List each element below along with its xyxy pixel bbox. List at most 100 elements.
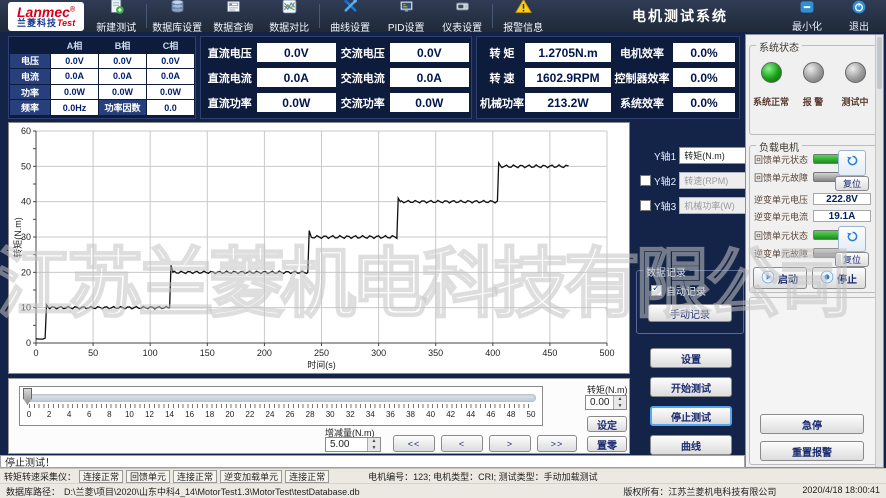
toolbar-item-meter-settings[interactable]: 仪表设置 xyxy=(434,0,490,34)
torque-slider: 0246810121416182022242628303234363840424… xyxy=(19,386,543,426)
ac-current-value: 0.0A xyxy=(390,68,469,87)
power-row-label: 功率 xyxy=(10,85,50,100)
svg-text:300: 300 xyxy=(371,348,386,358)
dc-current-value: 0.0A xyxy=(257,68,336,87)
toolbar: 新建测试数据库设置数据查询数据对比曲线设置PID设置仪表设置报警信息 xyxy=(88,0,551,34)
dc-power-label: 直流功率 xyxy=(203,95,257,111)
refresh-icon xyxy=(845,229,860,249)
slider-tick-label: 30 xyxy=(326,410,335,419)
svg-text:450: 450 xyxy=(542,348,557,358)
feedback-reset-button[interactable]: 复位 xyxy=(835,176,869,191)
start-test-button[interactable]: 开始测试 xyxy=(650,377,732,397)
slider-tick-label: 48 xyxy=(506,410,515,419)
svg-text:60: 60 xyxy=(21,126,31,136)
toolbar-separator xyxy=(319,4,320,28)
spinner-arrows-icon[interactable]: ▲▼ xyxy=(613,396,626,409)
stop-button[interactable]: 停止 xyxy=(812,267,866,289)
spinner-arrows-icon[interactable]: ▲▼ xyxy=(367,438,380,451)
step-back-fast-button[interactable]: << xyxy=(393,435,435,452)
slider-tick-label: 24 xyxy=(266,410,275,419)
exit-button[interactable]: 退出 xyxy=(840,0,878,33)
slider-tick-label: 22 xyxy=(245,410,254,419)
feedback-reset-icon-button[interactable] xyxy=(838,150,866,176)
voltage-a-value: 0.0V xyxy=(51,54,98,69)
scrollbar[interactable] xyxy=(875,35,883,467)
testing-label: 测试中 xyxy=(834,95,876,108)
zero-torque-button[interactable]: 置零 xyxy=(587,436,627,452)
ac-power-value: 0.0W xyxy=(390,93,469,112)
motor-info-text: 电机编号：123; 电机类型：CRI; 测试类型：手动加载测试 xyxy=(368,470,598,483)
svg-text:20: 20 xyxy=(21,267,31,277)
emergency-stop-button[interactable]: 急停 xyxy=(760,414,864,434)
step-amount-spinner[interactable]: 5.00▲▼ xyxy=(325,437,381,452)
inverter-reset-button[interactable]: 复位 xyxy=(835,252,869,267)
toolbar-item-alarm[interactable]: 报警信息 xyxy=(495,0,551,34)
slider-tick-label: 6 xyxy=(87,410,91,419)
db-path-value: D:\兰菱\项目\2020\山东中科4_14\MotorTest1.3\Moto… xyxy=(64,485,360,498)
current-row-label: 电流 xyxy=(10,69,50,84)
system-normal-label: 系统正常 xyxy=(750,95,792,108)
inverter-current-value: 19.1A xyxy=(813,210,871,222)
window-title: 电机测试系统 xyxy=(632,6,728,26)
stop-test-button[interactable]: 停止测试 xyxy=(650,406,732,426)
scrollbar-thumb[interactable] xyxy=(877,37,882,89)
set-torque-button[interactable]: 设定 xyxy=(587,416,627,432)
voltage-b-value: 0.0V xyxy=(99,54,146,69)
slider-tick-label: 34 xyxy=(366,410,375,419)
slider-tick-label: 10 xyxy=(125,410,134,419)
dc-ac-metrics-panel: 直流电压0.0V交流电压0.0V 直流电流0.0A交流电流0.0A 直流功率0.… xyxy=(200,36,472,119)
query-icon xyxy=(225,0,242,18)
slider-tick-label: 40 xyxy=(426,410,435,419)
toolbar-item-pid-settings[interactable]: PID设置 xyxy=(378,0,434,34)
svg-text:400: 400 xyxy=(485,348,500,358)
connection-status-bar: 转矩转速采集仪： 连接正常 回馈单元 连接正常 逆变加载单元 连接正常 电机编号… xyxy=(0,468,886,483)
slider-handle[interactable] xyxy=(23,388,32,405)
start-button[interactable]: 启动 xyxy=(753,267,807,289)
y3-checkbox[interactable] xyxy=(640,200,651,211)
current-a-value: 0.0A xyxy=(51,69,98,84)
reset-alarm-button[interactable]: 重置报警 xyxy=(760,441,864,461)
torque-chart-svg: 0501001502002503003504004505000102030405… xyxy=(9,123,629,373)
mech-power-label: 机械功率 xyxy=(479,95,525,111)
y2-checkbox[interactable] xyxy=(640,175,651,186)
speed-label: 转 速 xyxy=(479,70,525,86)
auto-record-checkbox[interactable] xyxy=(651,285,662,296)
settings-button[interactable]: 设置 xyxy=(650,348,732,368)
auto-record-label: 自动记录 xyxy=(666,283,706,298)
pf-label: 功率因数 xyxy=(99,100,146,115)
manual-record-button[interactable]: 手动记录 xyxy=(648,304,732,322)
toolbar-item-compare[interactable]: 数据对比 xyxy=(261,0,317,34)
stop-icon xyxy=(820,270,834,287)
chart-y-axis-label: 转矩(N.m) xyxy=(11,217,24,258)
step-forward-fast-button[interactable]: >> xyxy=(537,435,577,452)
lanmec-logo: Lanmec® 兰菱科技Test xyxy=(8,2,84,31)
datetime-text: 2020/4/18 18:00:41 xyxy=(802,485,880,498)
ac-current-label: 交流电流 xyxy=(336,70,390,86)
inverter-voltage-value: 222.8V xyxy=(813,193,871,205)
slider-tick-label: 18 xyxy=(205,410,214,419)
refresh-icon xyxy=(845,153,860,173)
curve-button[interactable]: 曲线 xyxy=(650,435,732,455)
step-forward-button[interactable]: > xyxy=(489,435,531,452)
power-a-value: 0.0W xyxy=(51,85,98,100)
curve-settings-icon xyxy=(342,0,359,18)
current-b-value: 0.0A xyxy=(99,69,146,84)
toolbar-item-database[interactable]: 数据库设置 xyxy=(149,0,205,34)
voltage-c-value: 0.0V xyxy=(147,54,194,69)
pf-value: 0.0 xyxy=(147,100,194,115)
database-icon xyxy=(169,0,186,18)
feedback-fault-label: 回馈单元故障 xyxy=(754,171,810,184)
step-back-button[interactable]: < xyxy=(441,435,483,452)
target-torque-spinner[interactable]: 0.00▲▼ xyxy=(585,395,627,410)
minimize-button[interactable]: 最小化 xyxy=(788,0,826,33)
toolbar-item-query[interactable]: 数据查询 xyxy=(205,0,261,34)
toolbar-separator xyxy=(492,4,493,28)
toolbar-item-curve-settings[interactable]: 曲线设置 xyxy=(322,0,378,34)
slider-track[interactable] xyxy=(26,394,536,402)
system-eff-label: 系统效率 xyxy=(611,95,673,111)
inverter-reset-icon-button[interactable] xyxy=(838,226,866,252)
current-c-value: 0.0A xyxy=(147,69,194,84)
toolbar-item-new-test[interactable]: 新建测试 xyxy=(88,0,144,34)
db-path-label: 数据库路径： xyxy=(6,485,60,498)
svg-text:0: 0 xyxy=(26,338,31,348)
